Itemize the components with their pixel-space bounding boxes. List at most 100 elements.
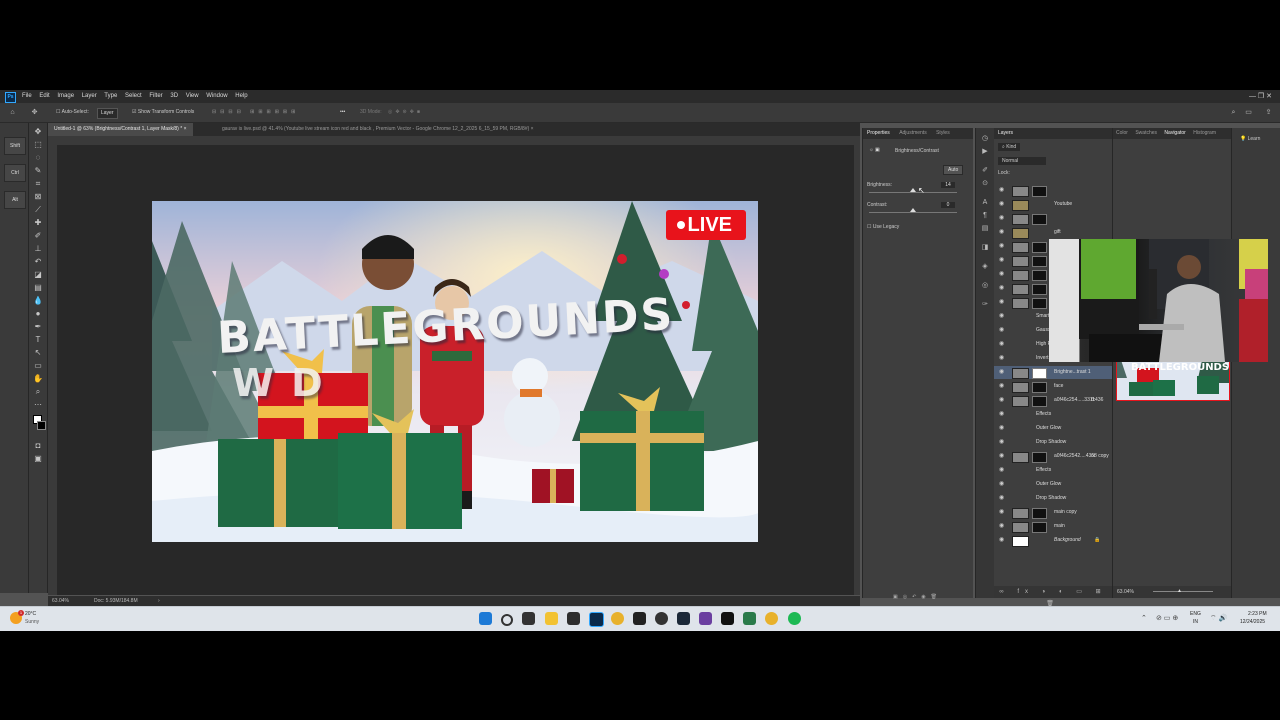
menu-select[interactable]: Select (125, 93, 142, 99)
search-icon[interactable]: ⌕ (1229, 108, 1238, 117)
app-icon[interactable] (633, 612, 646, 625)
close-icon[interactable]: × (184, 126, 187, 132)
paths-icon[interactable]: ✑ (980, 300, 990, 310)
visibility-eye-icon[interactable]: ◉ (999, 492, 1004, 505)
navigator-zoom[interactable]: 63.04% (1117, 586, 1134, 598)
menu-window[interactable]: Window (206, 93, 227, 99)
dodge-tool-icon[interactable]: ● (33, 309, 43, 319)
zoom-tool-icon[interactable]: ⌕ (33, 387, 43, 397)
brightness-slider[interactable] (869, 192, 957, 193)
store-icon[interactable] (567, 612, 580, 625)
task-view-icon[interactable] (522, 612, 535, 625)
visibility-eye-icon[interactable]: ◉ (999, 380, 1004, 393)
eraser-tool-icon[interactable]: ◪ (33, 270, 43, 280)
layer-row[interactable]: ◉ face (994, 380, 1112, 393)
layer-row[interactable]: ◉ a0f46c2542....4368 copy fx (994, 450, 1112, 463)
layer-row[interactable]: ◉ gift (994, 226, 1112, 239)
menu-image[interactable]: Image (57, 93, 74, 99)
layer-row[interactable]: ◉ Brightne...trast 1 (994, 366, 1112, 379)
eyedropper-tool-icon[interactable]: ⟋ (33, 205, 43, 215)
tab-untitled-1[interactable]: Untitled-1 @ 63% (Brightness/Contrast 1,… (48, 123, 193, 136)
visibility-eye-icon[interactable]: ◉ (999, 366, 1004, 379)
brush-tool-icon[interactable]: ✐ (33, 231, 43, 241)
visibility-eye-icon[interactable]: ◉ (999, 450, 1004, 463)
paragraph-icon[interactable]: ¶ (980, 211, 990, 221)
menu-3d[interactable]: 3D (170, 93, 178, 99)
menu-filter[interactable]: Filter (149, 93, 162, 99)
contrast-slider[interactable] (869, 212, 957, 213)
visibility-eye-icon[interactable]: ◉ (999, 282, 1004, 295)
visibility-eye-icon[interactable]: ◉ (999, 520, 1004, 533)
layer-fx-icon[interactable]: fx (1091, 394, 1095, 407)
history-brush-icon[interactable]: ↶ (33, 257, 43, 267)
obs-icon[interactable] (655, 612, 668, 625)
chrome-icon-2[interactable] (765, 612, 778, 625)
window-controls[interactable]: — ❐ ✕ (1249, 90, 1272, 103)
tab-layers[interactable]: Layers (998, 130, 1013, 136)
weather-desc[interactable]: Sunny (25, 619, 39, 625)
capcut-icon[interactable] (721, 612, 734, 625)
layers-footer-icons[interactable]: ∞ fx ◑ ◐ ▭ ⊞ 🗑 (994, 586, 1112, 606)
layer-row[interactable]: ◉ Youtube (994, 198, 1112, 211)
marquee-tool-icon[interactable]: ⬚ (33, 140, 43, 150)
menu-type[interactable]: Type (104, 93, 117, 99)
visibility-eye-icon[interactable]: ◉ (999, 506, 1004, 519)
layer-row[interactable]: ◉ (994, 212, 1112, 225)
channels-icon[interactable]: ◎ (980, 281, 990, 291)
visibility-eye-icon[interactable]: ◉ (999, 338, 1004, 351)
move-tool-icon[interactable]: ✥ (33, 127, 43, 137)
visibility-eye-icon[interactable]: ◉ (999, 254, 1004, 267)
headset-app-icon[interactable] (699, 612, 712, 625)
tab-gaurav-is-live[interactable]: gaurav is live.psd @ 41.4% (Youtube live… (216, 123, 540, 136)
visibility-eye-icon[interactable]: ◉ (999, 184, 1004, 197)
status-zoom[interactable]: 63.04% (52, 596, 69, 606)
glyphs-icon[interactable]: ▤ (980, 224, 990, 234)
navigator-zoom-slider[interactable] (1153, 591, 1213, 592)
screen-mode-icon[interactable]: ▣ (33, 454, 43, 464)
chrome-icon[interactable] (611, 612, 624, 625)
tab-properties[interactable]: Properties (867, 130, 890, 136)
visibility-eye-icon[interactable]: ◉ (999, 534, 1004, 547)
spotify-icon[interactable] (788, 612, 801, 625)
visibility-eye-icon[interactable]: ◉ (999, 198, 1004, 211)
ctrl-key[interactable]: Ctrl (4, 164, 26, 182)
layer-fx-icon[interactable]: fx (1091, 450, 1095, 463)
layer-sub-item[interactable]: ◉ Effects (994, 464, 1112, 477)
layer-row[interactable]: ◉ main (994, 520, 1112, 533)
3d-mode-icons[interactable]: ◎✥⊛✥■ (388, 103, 423, 122)
share-icon[interactable]: ⇪ (1264, 108, 1273, 117)
gradient-tool-icon[interactable]: ▤ (33, 283, 43, 293)
properties-footer-icons[interactable]: ▣◎↶◉🗑 (893, 594, 942, 600)
visibility-eye-icon[interactable]: ◉ (999, 408, 1004, 421)
document-canvas[interactable]: BATTLEGROUNDS W D LIVE (152, 201, 758, 542)
workspace-icon[interactable]: ▭ (1244, 108, 1253, 117)
tray-chevron-icon[interactable]: ⌃ (1141, 614, 1147, 622)
auto-button[interactable]: Auto (943, 165, 964, 175)
tab-navigator[interactable]: Navigator (1164, 130, 1185, 136)
menu-file[interactable]: File (22, 93, 32, 99)
learn-icon[interactable]: 💡 Learn (1240, 136, 1260, 142)
visibility-eye-icon[interactable]: ◉ (999, 352, 1004, 365)
menu-layer[interactable]: Layer (82, 93, 97, 99)
visibility-eye-icon[interactable]: ◉ (999, 422, 1004, 435)
layer-row[interactable]: ◉ a0f46c254.....3311436 fx (994, 394, 1112, 407)
quick-select-tool-icon[interactable]: ✎ (33, 166, 43, 176)
windows-start-icon[interactable] (479, 612, 492, 625)
brush-settings-icon[interactable]: ✐ (980, 166, 990, 176)
file-explorer-icon[interactable] (545, 612, 558, 625)
layer-row[interactable]: ◉ (994, 184, 1112, 197)
visibility-eye-icon[interactable]: ◉ (999, 268, 1004, 281)
layer-sub-item[interactable]: ◉ Outer Glow (994, 478, 1112, 491)
brightness-slider-knob[interactable] (910, 188, 916, 192)
stamp-tool-icon[interactable]: ⊥ (33, 244, 43, 254)
status-arrow-icon[interactable]: › (158, 596, 160, 606)
search-icon[interactable] (501, 614, 513, 626)
layer-sub-item[interactable]: ◉ Drop Shadow (994, 436, 1112, 449)
visibility-eye-icon[interactable]: ◉ (999, 212, 1004, 225)
blend-mode-dropdown[interactable]: Normal (998, 157, 1046, 165)
character-icon[interactable]: A (980, 198, 990, 208)
language-line1[interactable]: ENG (1190, 611, 1201, 617)
layer-kind-filter[interactable]: ⌕ Kind (998, 143, 1021, 151)
more-options-icon[interactable]: ••• (340, 103, 345, 122)
layer-sub-item[interactable]: ◉ Outer Glow (994, 422, 1112, 435)
